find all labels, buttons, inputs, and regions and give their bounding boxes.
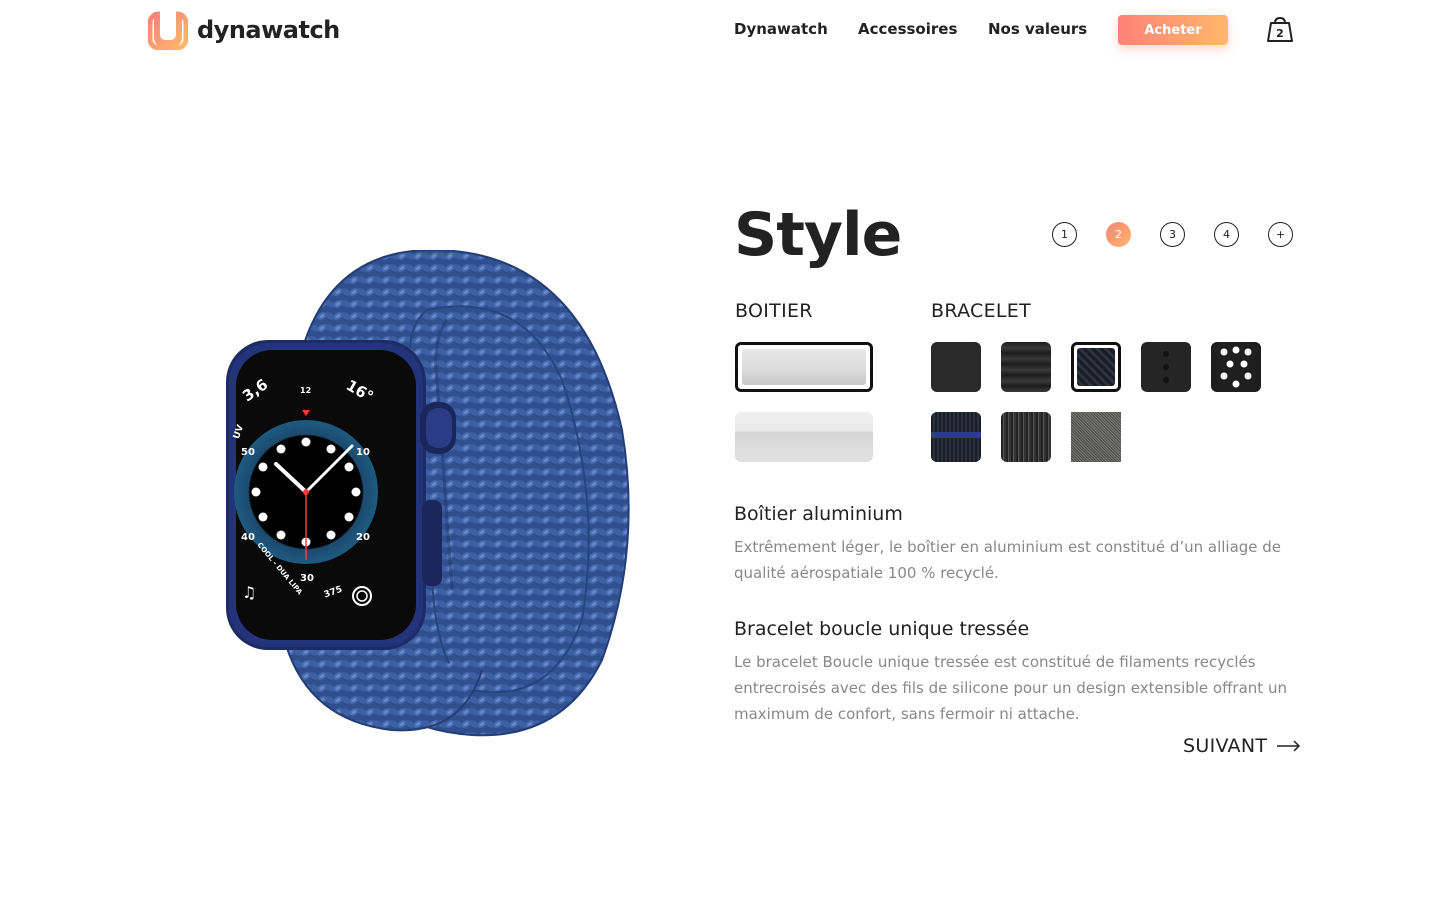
band-option-navy-loop[interactable]	[931, 412, 981, 462]
arrow-right-icon	[1277, 740, 1301, 752]
band-section-label: BRACELET	[931, 300, 1031, 322]
watch-complication-40: 40	[241, 532, 255, 543]
band-option-black-ribbed[interactable]	[1001, 342, 1051, 392]
band-option-black-perforated[interactable]	[1211, 342, 1261, 392]
svg-text:♫: ♫	[242, 583, 256, 602]
band-option-steel-mesh[interactable]	[1071, 412, 1121, 462]
pin-dots	[1163, 351, 1169, 383]
watch-complication-20: 20	[356, 532, 370, 543]
case-swatch-fill	[742, 349, 866, 385]
band-swatch-fill	[1077, 348, 1115, 386]
band-option-black-pins[interactable]	[1141, 342, 1191, 392]
brand-logo[interactable]: dynawatch	[148, 10, 340, 50]
band-detail-title: Bracelet boucle unique tressée	[734, 618, 1030, 640]
band-option-black-sport[interactable]	[931, 342, 981, 392]
watch-complication-12: 12	[300, 386, 311, 395]
nav-link-nos-valeurs[interactable]: Nos valeurs	[988, 20, 1087, 38]
step-4[interactable]: 4	[1214, 222, 1239, 247]
brand-name: dynawatch	[197, 16, 340, 44]
step-3[interactable]: 3	[1160, 222, 1185, 247]
nav-link-accessoires[interactable]: Accessoires	[858, 20, 957, 38]
page-title: Style	[734, 200, 902, 270]
step-2[interactable]: 2	[1106, 222, 1131, 247]
watch-complication-50: 50	[241, 447, 255, 458]
step-add[interactable]: +	[1268, 222, 1293, 247]
step-1[interactable]: 1	[1052, 222, 1077, 247]
cart-button[interactable]: 2	[1266, 16, 1294, 43]
watch-complication-10: 10	[356, 447, 370, 458]
case-option-aluminium-light[interactable]	[735, 412, 873, 462]
cart-count: 2	[1276, 27, 1284, 40]
perforation-dots	[1220, 346, 1252, 388]
watch-complication-30: 30	[300, 573, 314, 584]
case-section-label: BOITIER	[735, 300, 813, 322]
band-option-grey-loop[interactable]	[1001, 412, 1051, 462]
next-label: SUIVANT	[1183, 735, 1268, 757]
step-indicator: 1 2 3 4 +	[1052, 222, 1294, 248]
case-detail-title: Boîtier aluminium	[734, 503, 903, 525]
case-option-aluminium-silver[interactable]	[735, 342, 873, 392]
band-detail-text: Le bracelet Boucle unique tressée est co…	[734, 653, 1287, 723]
band-option-black-braided[interactable]	[1071, 342, 1121, 392]
band-stripe	[931, 432, 981, 438]
next-button[interactable]: SUIVANT	[1183, 735, 1301, 757]
watch-product-image: 3,6 UV 16° 12 50 10 40 20 30 375 COOL - …	[226, 250, 630, 737]
brand-logo-icon	[148, 10, 188, 50]
nav-link-dynawatch[interactable]: Dynawatch	[734, 20, 828, 38]
case-detail-text: Extrêmement léger, le boîtier en alumini…	[734, 538, 1282, 582]
buy-button[interactable]: Acheter	[1118, 15, 1228, 45]
